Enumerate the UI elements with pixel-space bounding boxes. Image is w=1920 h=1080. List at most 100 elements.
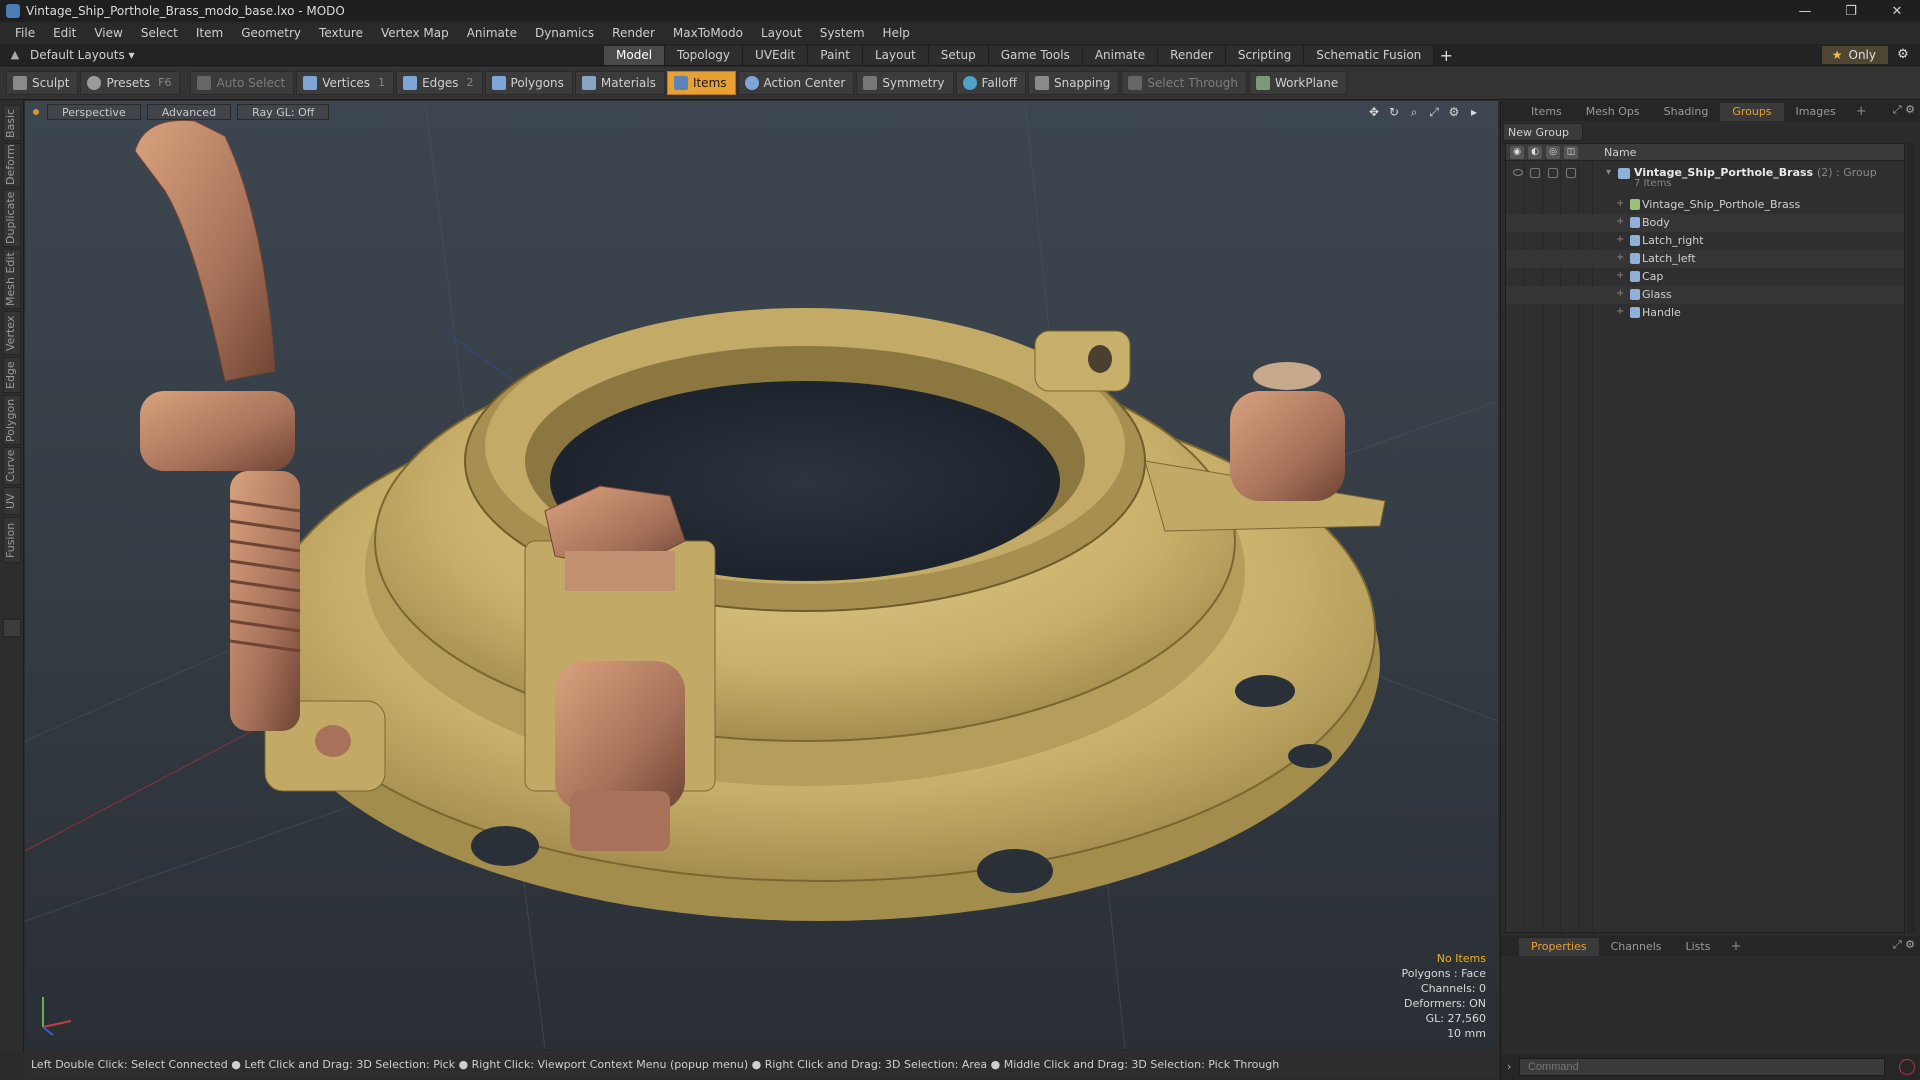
- render-column-icon[interactable]: ◐: [1528, 146, 1542, 159]
- sculpt-button[interactable]: Sculpt: [6, 71, 79, 95]
- 3d-viewport[interactable]: Perspective Advanced Ray GL: Off ✥ ↻ ⌕ ⤢…: [25, 101, 1498, 1049]
- menu-select[interactable]: Select: [132, 22, 187, 44]
- tree-item-latch-right[interactable]: + Latch_right: [1506, 232, 1904, 250]
- groups-tree[interactable]: ◉ ◐ ◎ ◫ Name ▾ Vintage_Ship_Porthole_Bra…: [1505, 143, 1905, 933]
- tab-items[interactable]: Items: [1519, 103, 1574, 121]
- menu-edit[interactable]: Edit: [44, 22, 85, 44]
- tab-lists[interactable]: Lists: [1674, 938, 1723, 956]
- tab-properties[interactable]: Properties: [1519, 938, 1599, 956]
- fit-icon[interactable]: ⤢: [1424, 104, 1444, 120]
- porthole-model-render[interactable]: [25, 101, 1498, 1049]
- raygl-dropdown[interactable]: Ray GL: Off: [237, 104, 330, 120]
- edges-button[interactable]: Edges 2: [396, 71, 483, 95]
- menu-maxtomodo[interactable]: MaxToModo: [664, 22, 752, 44]
- pan-icon[interactable]: ✥: [1364, 104, 1384, 120]
- command-history-chevron-icon[interactable]: ›: [1507, 1060, 1511, 1073]
- select-through-button[interactable]: Select Through: [1121, 71, 1247, 95]
- tab-setup[interactable]: Setup: [928, 46, 989, 65]
- vtab-duplicate[interactable]: Duplicate: [3, 189, 21, 247]
- snapping-button[interactable]: Snapping: [1027, 71, 1120, 95]
- view-type-dropdown[interactable]: Perspective: [47, 104, 141, 120]
- menu-view[interactable]: View: [85, 22, 131, 44]
- tab-groups[interactable]: Groups: [1720, 103, 1784, 121]
- menu-texture[interactable]: Texture: [310, 22, 372, 44]
- tree-item-locator[interactable]: + Vintage_Ship_Porthole_Brass: [1506, 196, 1904, 214]
- tab-scripting[interactable]: Scripting: [1225, 46, 1305, 65]
- collapse-tab-icon[interactable]: [3, 619, 21, 637]
- stop-icon[interactable]: [1899, 1059, 1915, 1075]
- panel-expand-icon[interactable]: ⤢ ⚙: [1893, 103, 1915, 117]
- vtab-mesh-edit[interactable]: Mesh Edit: [3, 249, 21, 309]
- render-toggle[interactable]: [1530, 168, 1540, 178]
- tab-game-tools[interactable]: Game Tools: [988, 46, 1083, 65]
- vtab-basic[interactable]: Basic: [3, 105, 21, 141]
- expand-icon[interactable]: +: [1616, 306, 1624, 317]
- collapse-icon[interactable]: ▾: [1606, 167, 1611, 178]
- tab-shading[interactable]: Shading: [1652, 103, 1721, 121]
- expand-icon[interactable]: +: [1616, 252, 1624, 263]
- menu-layout[interactable]: Layout: [752, 22, 811, 44]
- falloff-button[interactable]: Falloff: [955, 71, 1026, 95]
- menu-animate[interactable]: Animate: [458, 22, 526, 44]
- tab-mesh-ops[interactable]: Mesh Ops: [1574, 103, 1652, 121]
- tree-item-handle[interactable]: + Handle: [1506, 304, 1904, 322]
- add-tab-plus-icon[interactable]: +: [1434, 46, 1458, 65]
- auto-select-button[interactable]: Auto Select: [190, 71, 295, 95]
- default-layouts-dropdown[interactable]: Default Layouts ▾: [30, 44, 135, 66]
- workplane-button[interactable]: WorkPlane: [1248, 71, 1348, 95]
- tab-render[interactable]: Render: [1158, 46, 1226, 65]
- select-toggle[interactable]: [1566, 168, 1576, 178]
- menu-file[interactable]: File: [6, 22, 44, 44]
- rotate-icon[interactable]: ↻: [1384, 104, 1404, 120]
- materials-button[interactable]: Materials: [574, 71, 665, 95]
- tab-channels[interactable]: Channels: [1599, 938, 1674, 956]
- items-button[interactable]: Items: [666, 71, 736, 95]
- add-panel-tab-icon[interactable]: +: [1848, 103, 1875, 121]
- properties-expand-icon[interactable]: ⤢ ⚙: [1893, 938, 1915, 952]
- lock-toggle[interactable]: [1548, 168, 1558, 178]
- vtab-polygon[interactable]: Polygon: [3, 395, 21, 445]
- tab-animate[interactable]: Animate: [1082, 46, 1159, 65]
- select-column-icon[interactable]: ◫: [1564, 146, 1578, 159]
- viewport-settings-icon[interactable]: ⚙: [1444, 104, 1464, 120]
- vtab-deform[interactable]: Deform: [3, 143, 21, 187]
- presets-button[interactable]: Presets F6: [80, 71, 181, 95]
- expand-icon[interactable]: +: [1616, 270, 1624, 281]
- visibility-column-icon[interactable]: ◉: [1510, 146, 1524, 159]
- tree-item-body[interactable]: + Body: [1506, 214, 1904, 232]
- viewport-menu-dot-icon[interactable]: [33, 109, 39, 115]
- command-input[interactable]: [1519, 1058, 1885, 1076]
- only-toggle[interactable]: ★ Only: [1821, 46, 1888, 64]
- tree-item-glass[interactable]: + Glass: [1506, 286, 1904, 304]
- lock-column-icon[interactable]: ◎: [1546, 146, 1560, 159]
- eye-icon[interactable]: [1513, 169, 1523, 176]
- restore-button[interactable]: ❐: [1828, 0, 1874, 22]
- layout-toggle-icon[interactable]: ▲: [8, 48, 22, 62]
- vtab-vertex[interactable]: Vertex: [3, 311, 21, 355]
- action-center-button[interactable]: Action Center: [737, 71, 855, 95]
- gear-icon[interactable]: ⚙: [1894, 46, 1912, 64]
- menu-system[interactable]: System: [811, 22, 874, 44]
- menu-vertex-map[interactable]: Vertex Map: [372, 22, 458, 44]
- shading-dropdown[interactable]: Advanced: [146, 104, 232, 120]
- vtab-curve[interactable]: Curve: [3, 447, 21, 485]
- polygons-button[interactable]: Polygons: [484, 71, 573, 95]
- vtab-uv[interactable]: UV: [3, 487, 21, 515]
- expand-icon[interactable]: +: [1616, 216, 1624, 227]
- tab-paint[interactable]: Paint: [808, 46, 863, 65]
- menu-help[interactable]: Help: [874, 22, 919, 44]
- new-group-button[interactable]: New Group: [1503, 123, 1583, 141]
- menu-dynamics[interactable]: Dynamics: [526, 22, 603, 44]
- tab-layout[interactable]: Layout: [862, 46, 929, 65]
- tab-uvedit[interactable]: UVEdit: [743, 46, 809, 65]
- expand-icon[interactable]: +: [1616, 198, 1624, 209]
- expand-icon[interactable]: +: [1616, 288, 1624, 299]
- close-button[interactable]: ✕: [1874, 0, 1920, 22]
- minimize-button[interactable]: —: [1782, 0, 1828, 22]
- menu-render[interactable]: Render: [603, 22, 664, 44]
- group-row[interactable]: ▾ Vintage_Ship_Porthole_Brass (2) : Grou…: [1506, 164, 1904, 192]
- tree-item-latch-left[interactable]: + Latch_left: [1506, 250, 1904, 268]
- expand-icon[interactable]: +: [1616, 234, 1624, 245]
- tab-topology[interactable]: Topology: [665, 46, 744, 65]
- menu-item[interactable]: Item: [187, 22, 232, 44]
